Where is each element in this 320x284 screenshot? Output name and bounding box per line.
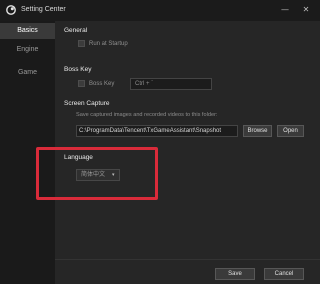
minimize-button[interactable]: — [279, 4, 291, 16]
sidebar-item-game[interactable]: Game [0, 65, 55, 81]
general-section-title: General [64, 27, 88, 34]
browse-button[interactable]: Browse [243, 125, 272, 137]
app-logo-icon [6, 5, 16, 15]
boss-key-checkbox[interactable] [78, 80, 85, 87]
close-button[interactable]: ✕ [300, 4, 312, 16]
language-selected-value: 简体中文 [81, 172, 106, 178]
sidebar-item-basics[interactable]: Basics [0, 23, 55, 39]
run-at-startup-label: Run at Startup [89, 41, 128, 47]
save-button[interactable]: Save [215, 268, 255, 280]
capture-folder-path-input[interactable]: C:\ProgramData\Tencent\TxGameAssistant\S… [76, 125, 238, 137]
open-folder-button[interactable]: Open [277, 125, 304, 137]
chevron-down-icon: ▾ [112, 172, 115, 178]
cancel-button[interactable]: Cancel [264, 268, 304, 280]
boss-key-shortcut-input[interactable]: Ctrl + ` [130, 78, 212, 90]
footer-divider [55, 259, 320, 260]
language-section-title: Language [64, 154, 93, 161]
sidebar-item-engine[interactable]: Engine [0, 42, 55, 58]
run-at-startup-checkbox[interactable] [78, 40, 85, 47]
boss-key-label: Boss Key [89, 81, 115, 87]
screen-capture-description: Save captured images and recorded videos… [76, 112, 218, 118]
title-bar: Setting Center — ✕ [0, 0, 320, 21]
window-title: Setting Center [21, 6, 66, 13]
screen-capture-section-title: Screen Capture [64, 100, 110, 107]
language-dropdown[interactable]: 简体中文 ▾ [76, 169, 120, 181]
boss-key-section-title: Boss Key [64, 66, 92, 73]
settings-panel: General Run at Startup Boss Key Boss Key… [36, 21, 320, 284]
